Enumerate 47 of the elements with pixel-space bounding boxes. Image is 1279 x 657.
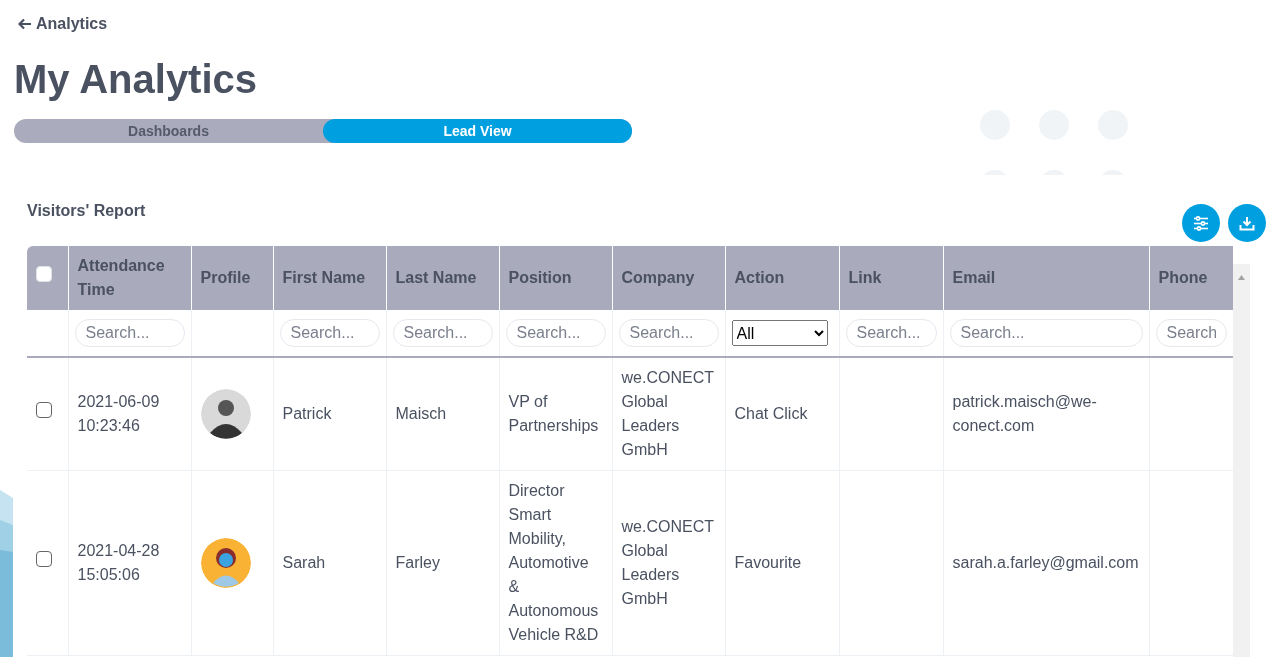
table-cell-text: patrick.maisch@we-conect.com: [952, 392, 1098, 436]
column-header: Position: [499, 246, 612, 310]
search-field[interactable]: Search...: [949, 319, 1143, 347]
back-link[interactable]: Analytics: [14, 12, 108, 36]
select-all-checkbox[interactable]: [36, 266, 52, 282]
avatar-silhouette: [200, 538, 251, 588]
table-cell-text: Favourite: [734, 553, 803, 573]
table-cell-text: we.CONECT Global Leaders GmbH: [621, 368, 715, 460]
search-field[interactable]: Search...: [74, 319, 185, 347]
column-header: Email: [943, 246, 1149, 310]
search-field[interactable]: Search...: [279, 319, 380, 347]
table-cell-text: 2021-06-09 10:23:46: [77, 392, 161, 436]
page-title: My Analytics: [14, 56, 259, 103]
download-icon: [1239, 215, 1255, 231]
search-field[interactable]: Search...: [505, 319, 606, 347]
search-field[interactable]: Search...: [845, 319, 937, 347]
column-header: First Name: [273, 246, 386, 310]
table-cell-text: Maisch: [395, 404, 448, 424]
filter-button[interactable]: [1182, 204, 1220, 242]
table-cell-text: Farley: [395, 553, 441, 573]
table-cell-text: Sarah: [282, 553, 327, 573]
back-arrow-icon: [18, 18, 32, 30]
table-cell-text: we.CONECT Global Leaders GmbH: [621, 517, 715, 609]
column-header: Attendance Time: [68, 246, 191, 310]
table-cell-text: sarah.a.farley@gmail.com: [952, 553, 1140, 573]
action-select[interactable]: All: [731, 320, 828, 346]
table-cell-text: 2021-04-28 15:05:06: [77, 541, 161, 585]
search-field[interactable]: Search...: [618, 319, 719, 347]
table-cell-text: Patrick: [282, 404, 333, 424]
column-header: Phone: [1149, 246, 1233, 310]
column-header: Profile: [191, 246, 273, 310]
report-title: Visitors' Report: [27, 201, 146, 221]
column-header: Link: [839, 246, 943, 310]
table-cell-text: Director Smart Mobility, Automotive & Autonomous Vehicle R&D: [508, 481, 600, 645]
scrollbar[interactable]: [1233, 264, 1250, 657]
download-button[interactable]: [1228, 204, 1266, 242]
column-header: Action: [725, 246, 839, 310]
table-cell-text: Chat Click: [734, 404, 809, 424]
column-header: Company: [612, 246, 725, 310]
column-header: Last Name: [386, 246, 499, 310]
table-cell-text: VP of Partnerships: [508, 392, 600, 436]
avatar-silhouette: [200, 389, 251, 439]
row-checkbox[interactable]: [36, 402, 52, 418]
search-field[interactable]: Search: [1155, 319, 1227, 347]
sliders-icon: [1193, 215, 1209, 231]
row-checkbox[interactable]: [36, 551, 52, 567]
search-field[interactable]: Search...: [392, 319, 493, 347]
